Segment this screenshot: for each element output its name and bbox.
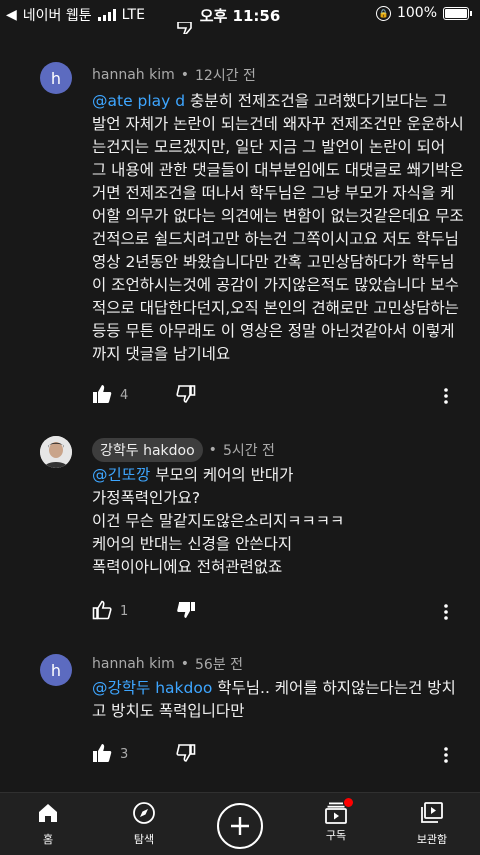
comment-time: 12시간 전 <box>195 68 256 84</box>
create-button[interactable] <box>217 803 263 849</box>
mention-link[interactable]: @ate play d <box>92 92 185 110</box>
bottom-navigation: 홈 탐색 구독 보관함 <box>0 792 480 855</box>
like-count: 4 <box>120 388 129 403</box>
thumb-down-icon <box>176 385 196 403</box>
compass-icon <box>133 802 155 824</box>
nav-home[interactable]: 홈 <box>8 801 88 847</box>
person-photo-icon <box>40 436 72 468</box>
nav-explore[interactable]: 탐색 <box>104 801 184 847</box>
comment-text: @강학두 hakdoo 학두님.. 케어를 하지않는다는건 방치고 방치도 폭력… <box>92 679 456 720</box>
nav-library[interactable]: 보관함 <box>392 801 472 847</box>
thumb-down-filled-icon <box>177 602 195 618</box>
notification-dot <box>344 798 353 807</box>
battery-icon <box>443 6 469 20</box>
avatar[interactable]: h <box>40 654 72 686</box>
more-options-icon[interactable] <box>438 743 454 767</box>
home-icon <box>39 804 57 822</box>
comment-author[interactable]: hannah kim <box>92 67 175 83</box>
thumb-up-filled-icon <box>93 744 112 762</box>
like-count: 1 <box>120 604 129 619</box>
previous-comment-actions <box>92 22 472 34</box>
mention-link[interactable]: @강학두 hakdoo <box>92 679 212 697</box>
dislike-button[interactable] <box>176 384 196 404</box>
comment-time: 5시간 전 <box>222 443 275 459</box>
comment-time: 56분 전 <box>195 657 244 673</box>
dislike-icon[interactable] <box>176 22 194 34</box>
dislike-button[interactable] <box>176 743 196 763</box>
comment-text: @긴또깡 부모의 케어의 반대가 가정폭력인가요? 이건 무슨 말같지도않은소리… <box>92 466 345 576</box>
plus-icon <box>231 817 249 835</box>
nav-subscriptions[interactable]: 구독 <box>296 798 376 843</box>
thumb-up-icon <box>92 600 112 620</box>
comment-author-badge[interactable]: 강학두 hakdoo <box>92 438 203 462</box>
like-button[interactable] <box>92 600 112 620</box>
more-options-icon[interactable] <box>438 384 454 408</box>
like-count: 3 <box>120 747 129 762</box>
thumb-down-icon <box>176 744 196 762</box>
comment-text: @ate play d 충분히 전제조건을 고려했다기보다는 그 발언 자체가 … <box>92 92 464 363</box>
thumb-up-filled-icon <box>93 385 112 403</box>
library-icon <box>421 802 443 823</box>
more-options-icon[interactable] <box>438 600 454 624</box>
avatar[interactable] <box>40 436 72 468</box>
comment-author[interactable]: hannah kim <box>92 656 175 672</box>
mention-link[interactable]: @긴또깡 <box>92 466 150 484</box>
dislike-button[interactable] <box>176 600 196 620</box>
battery-label: 100% <box>396 5 437 21</box>
like-button[interactable] <box>92 743 112 763</box>
avatar[interactable]: h <box>40 62 72 94</box>
like-button[interactable] <box>92 384 112 404</box>
rotation-lock-icon: 🔒 <box>375 5 391 21</box>
